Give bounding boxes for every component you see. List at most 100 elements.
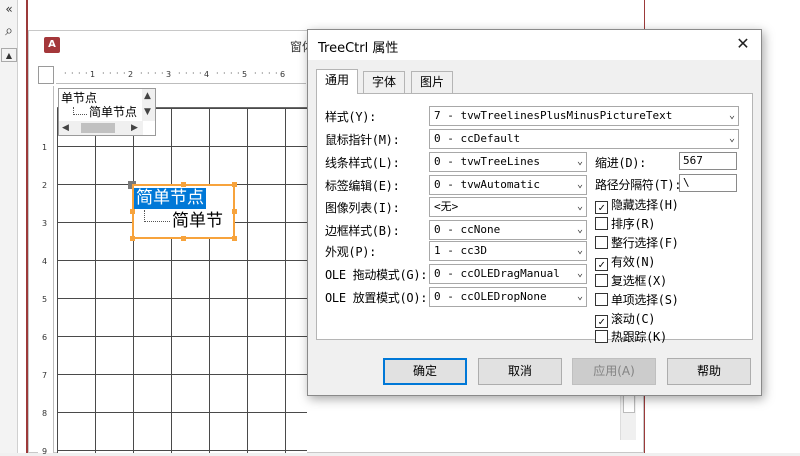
resize-handle[interactable] (130, 209, 135, 214)
ruler-dot: · (85, 69, 88, 78)
checkbox-label: 隐藏选择(H) (611, 198, 679, 212)
path-separator-input[interactable]: \ (679, 174, 737, 192)
label-edit-value: 0 - tvwAutomatic (434, 178, 540, 191)
checkbox-label: 排序(R) (611, 217, 656, 231)
ruler-dot: · (192, 69, 195, 78)
ruler-dot: · (223, 69, 226, 78)
path-separator-label: 路径分隔符(T): (595, 178, 682, 192)
tree-branch-line (73, 107, 87, 115)
horizontal-scrollbar[interactable]: ◀ ▶ (59, 121, 143, 135)
ruler-tick-label: 3 (42, 219, 48, 228)
ruler-dot: · (102, 69, 105, 78)
border-style-label: 边框样式(B): (325, 224, 400, 238)
sorted-checkbox[interactable]: 排序(R) (595, 217, 655, 233)
ruler-tick-label: 5 (242, 70, 248, 79)
checkbox-box[interactable] (595, 217, 608, 230)
resize-handle[interactable] (232, 236, 237, 241)
resize-handle[interactable] (232, 209, 237, 214)
line-style-value: 0 - tvwTreeLines (434, 155, 540, 168)
checkbox-box[interactable] (595, 293, 608, 306)
style-label: 样式(Y): (325, 110, 377, 124)
ruler-dot: · (78, 69, 81, 78)
ruler-dot: · (154, 69, 157, 78)
scroll-up-icon[interactable]: ▲ (1, 48, 17, 62)
resize-handle[interactable] (181, 182, 186, 187)
checkbox-box[interactable]: ✓ (595, 201, 608, 214)
tab-general[interactable]: 通用 (316, 69, 359, 94)
scroll-thumb[interactable] (81, 123, 115, 133)
ruler-corner[interactable] (38, 66, 54, 84)
ruler-tick-label: 4 (42, 257, 48, 266)
ruler-tick-label: 8 (42, 409, 48, 418)
horizontal-ruler[interactable]: 1 · · · · 2 · · · · 3 · · · · 4 · · · · 5 · · · · 6 · · · · (56, 66, 306, 84)
line-style-dropdown[interactable]: 0 - tvwTreeLines ⌄ (429, 152, 587, 172)
checkbox-label: 复选框(X) (611, 274, 667, 288)
full-row-select-checkbox[interactable]: 整行选择(F) (595, 236, 679, 252)
appearance-value: 1 - cc3D (434, 244, 487, 257)
tree-node: 简单节点 (89, 105, 138, 119)
mouse-pointer-dropdown[interactable]: 0 - ccDefault ⌄ (429, 129, 739, 149)
ruler-tick-label: 2 (128, 70, 134, 79)
tab-picture[interactable]: 图片 (411, 71, 454, 93)
scroll-right-icon[interactable]: ▶ (131, 123, 138, 133)
ruler-dot: · (237, 69, 240, 78)
enabled-checkbox[interactable]: ✓ 有效(N) (595, 255, 655, 271)
help-button[interactable]: 帮助 (667, 358, 751, 385)
scroll-down-icon[interactable]: ▼ (144, 107, 151, 117)
ruler-dot: · (147, 69, 150, 78)
chevron-down-icon: ⌄ (728, 133, 735, 144)
mini-tree-control[interactable]: 单节点 简单节点 ▲ ▼ ◀ ▶ (58, 88, 156, 136)
checkbox-box[interactable]: ✓ (595, 258, 608, 271)
hot-tracking-checkbox[interactable]: 热跟踪(K) (595, 330, 667, 346)
ok-button[interactable]: 确定 (383, 358, 467, 385)
checkbox-box[interactable] (595, 236, 608, 249)
chevron-down-icon: ⌄ (728, 110, 735, 121)
chevron-down-icon: ⌄ (576, 268, 583, 279)
scroll-checkbox[interactable]: ✓ 滚动(C) (595, 312, 655, 328)
ruler-dot: · (64, 69, 67, 78)
close-icon[interactable]: ✕ (733, 34, 753, 54)
scroll-left-icon[interactable]: ◀ (62, 123, 69, 133)
tab-font[interactable]: 字体 (363, 71, 406, 93)
ruler-dot: · (161, 69, 164, 78)
hide-selection-checkbox[interactable]: ✓ 隐藏选择(H) (595, 198, 679, 214)
checkbox-box[interactable] (595, 330, 608, 343)
style-dropdown[interactable]: 7 - tvwTreelinesPlusMinusPictureText ⌄ (429, 106, 739, 126)
mouse-pointer-value: 0 - ccDefault (434, 132, 521, 145)
design-grid[interactable] (57, 108, 307, 453)
resize-handle[interactable] (232, 182, 237, 187)
tree-node-selected[interactable]: 简单节点 (134, 188, 206, 209)
border-style-dropdown[interactable]: 0 - ccNone ⌄ (429, 220, 587, 240)
checkbox-box[interactable]: ✓ (595, 315, 608, 328)
vertical-ruler[interactable]: 1 2 3 4 5 6 7 8 9 (38, 86, 54, 456)
checkboxes-checkbox[interactable]: 复选框(X) (595, 274, 667, 290)
appearance-dropdown[interactable]: 1 - cc3D ⌄ (429, 241, 587, 261)
ole-drop-dropdown[interactable]: 0 - ccOLEDropNone ⌄ (429, 287, 587, 307)
ruler-tick-label: 5 (42, 295, 48, 304)
label-edit-dropdown[interactable]: 0 - tvwAutomatic ⌄ (429, 175, 587, 195)
ole-drop-value: 0 - ccOLEDropNone (434, 290, 547, 303)
indentation-label: 缩进(D): (595, 156, 647, 170)
checkbox-box[interactable] (595, 274, 608, 287)
image-list-dropdown[interactable]: <无> ⌄ (429, 197, 587, 217)
tree-node[interactable]: 简单节 (172, 211, 223, 232)
single-select-checkbox[interactable]: 单项选择(S) (595, 293, 679, 309)
ruler-dot: · (216, 69, 219, 78)
collapse-icon[interactable]: « (1, 2, 17, 16)
line-style-label: 线条样式(L): (325, 156, 400, 170)
vertical-scrollbar[interactable]: ▲ ▼ (142, 89, 155, 121)
cancel-button[interactable]: 取消 (478, 358, 562, 385)
scroll-thumb[interactable] (623, 395, 635, 413)
dialog-title-bar[interactable]: TreeCtrl 属性 ✕ (308, 30, 761, 60)
ruler-tick-label: 7 (42, 371, 48, 380)
scroll-up-icon[interactable]: ▲ (144, 91, 151, 101)
search-icon[interactable]: ⌕ (1, 24, 17, 38)
indentation-input[interactable]: 567 (679, 152, 737, 170)
apply-button[interactable]: 应用(A) (572, 358, 656, 385)
resize-handle[interactable] (130, 236, 135, 241)
border-style-value: 0 - ccNone (434, 223, 501, 236)
selected-tree-control[interactable]: 简单节点 简单节 (132, 184, 235, 239)
tab-panel-general: 样式(Y): 鼠标指针(M): 线条样式(L): 标签编辑(E): 图像列表(I… (316, 93, 753, 344)
ole-drag-dropdown[interactable]: 0 - ccOLEDragManual ⌄ (429, 264, 587, 284)
resize-handle[interactable] (181, 236, 186, 241)
